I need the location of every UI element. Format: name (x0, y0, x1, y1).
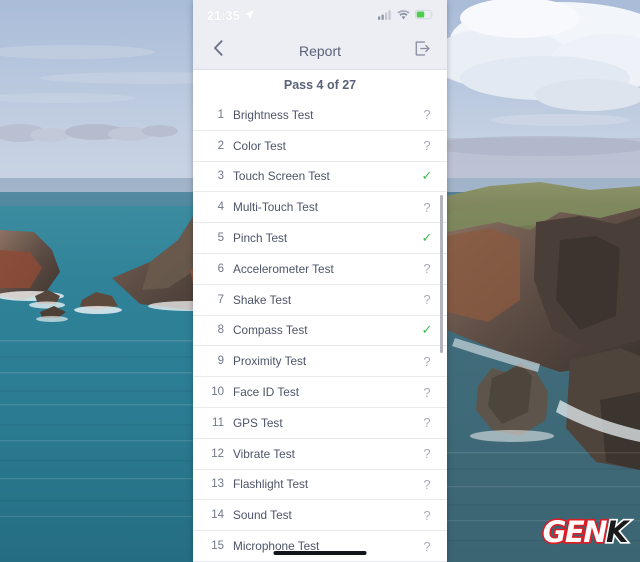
test-row[interactable]: 11 GPS Test? (193, 408, 447, 439)
test-row[interactable]: 15 Microphone Test? (193, 531, 447, 562)
test-row[interactable]: 8 Compass Test ✓ (193, 316, 447, 347)
test-row-number: 15 (211, 540, 224, 553)
test-row[interactable]: 7 Shake Test? (193, 285, 447, 316)
test-row-label: Face ID Test (233, 385, 299, 400)
status-pass-icon: ✓ (421, 322, 433, 338)
test-row-label: GPS Test (233, 415, 283, 430)
status-bar-indicators (378, 7, 434, 25)
status-unknown-icon: ? (423, 384, 431, 400)
export-icon (414, 40, 431, 62)
battery-charging-icon (415, 7, 434, 25)
test-row[interactable]: 12 Vibrate Test? (193, 439, 447, 470)
wifi-icon (397, 7, 410, 25)
test-row-number: 11 (212, 416, 224, 429)
status-unknown-icon: ? (423, 107, 431, 123)
test-row[interactable]: 2 Color Test? (193, 131, 447, 162)
status-unknown-icon: ? (423, 538, 431, 554)
test-row-label: Compass Test (233, 323, 308, 338)
status-bar-time: 21:35 (207, 9, 240, 23)
test-row[interactable]: 10 Face ID Test? (193, 377, 447, 408)
page-title: Report (298, 42, 342, 59)
genk-watermark: GENK GENK (541, 513, 630, 550)
test-row-label: Multi-Touch Test (233, 200, 319, 215)
test-list[interactable]: 1 Brightness Test? 2 Color Test? 3 Touch Scre… (193, 100, 447, 562)
test-row[interactable]: 9 Proximity Test? (193, 346, 447, 378)
scrollbar-track[interactable] (440, 100, 445, 562)
test-row[interactable]: 6 Accelerometer Test? (193, 254, 447, 285)
scrollbar-thumb[interactable] (440, 195, 443, 353)
pass-summary-text: Pass 4 of 27 (283, 78, 357, 92)
test-row-label: Vibrate Test (233, 446, 295, 461)
test-row-number: 14 (211, 509, 224, 522)
status-pass-icon: ✓ (421, 168, 433, 184)
test-row-number: 10 (211, 386, 224, 399)
watermark-text-dark: K (604, 513, 630, 550)
test-row-number: 3 (217, 170, 224, 183)
status-unknown-icon: ? (423, 476, 431, 492)
watermark-text-light: GEN (541, 513, 609, 550)
test-row[interactable]: 13 Flashlight Test? (193, 470, 447, 501)
test-row-number: 2 (217, 139, 224, 152)
export-button[interactable] (411, 40, 433, 62)
status-bar: 21:35 (193, 0, 447, 32)
pass-summary: Pass 4 of 27 (193, 70, 447, 100)
test-row-label: Sound Test (233, 508, 292, 523)
back-button[interactable] (207, 40, 229, 62)
test-row-label: Touch Screen Test (233, 169, 330, 184)
test-row-label: Brightness Test (233, 107, 314, 122)
status-unknown-icon: ? (423, 446, 431, 462)
test-row-number: 1 (217, 108, 224, 121)
test-row-number: 12 (211, 447, 224, 460)
test-row-label: Color Test (233, 138, 286, 153)
test-row-number: 5 (217, 232, 224, 245)
test-row-label: Pinch Test (233, 231, 288, 246)
test-row-label: Accelerometer Test (233, 261, 334, 276)
status-unknown-icon: ? (423, 261, 431, 277)
test-row-number: 7 (217, 293, 224, 306)
test-row-label: Proximity Test (233, 354, 307, 369)
status-unknown-icon: ? (423, 353, 431, 369)
navigation-bar: Report (193, 32, 447, 70)
status-unknown-icon: ? (423, 415, 431, 431)
test-row[interactable]: 14 Sound Test? (193, 500, 447, 532)
cellular-signal-icon (378, 7, 392, 25)
status-unknown-icon: ? (423, 199, 431, 215)
test-row-label: Flashlight Test (233, 477, 309, 492)
test-row-number: 8 (217, 324, 224, 337)
test-row-number: 13 (211, 478, 224, 491)
test-row-label: Shake Test (233, 292, 292, 307)
status-pass-icon: ✓ (421, 230, 433, 246)
home-indicator (273, 551, 367, 555)
status-unknown-icon: ? (423, 292, 431, 308)
status-unknown-icon: ? (423, 507, 431, 523)
test-row-number: 6 (217, 262, 224, 275)
test-row-number: 4 (217, 201, 224, 214)
test-row[interactable]: 4 Multi-Touch Test? (193, 192, 447, 224)
test-row[interactable]: 1 Brightness Test? (193, 100, 447, 131)
chevron-left-icon (213, 40, 224, 61)
test-row[interactable]: 5 Pinch Test ✓ (193, 223, 447, 254)
test-row-number: 9 (217, 355, 224, 368)
status-unknown-icon: ? (423, 138, 431, 154)
test-row[interactable]: 3 Touch Screen Test ✓ (193, 162, 447, 193)
phone-screenshot-overlay: 21:35 Report Pass 4 of 27 1 Brightness T… (193, 0, 447, 562)
location-arrow-icon (244, 7, 255, 25)
